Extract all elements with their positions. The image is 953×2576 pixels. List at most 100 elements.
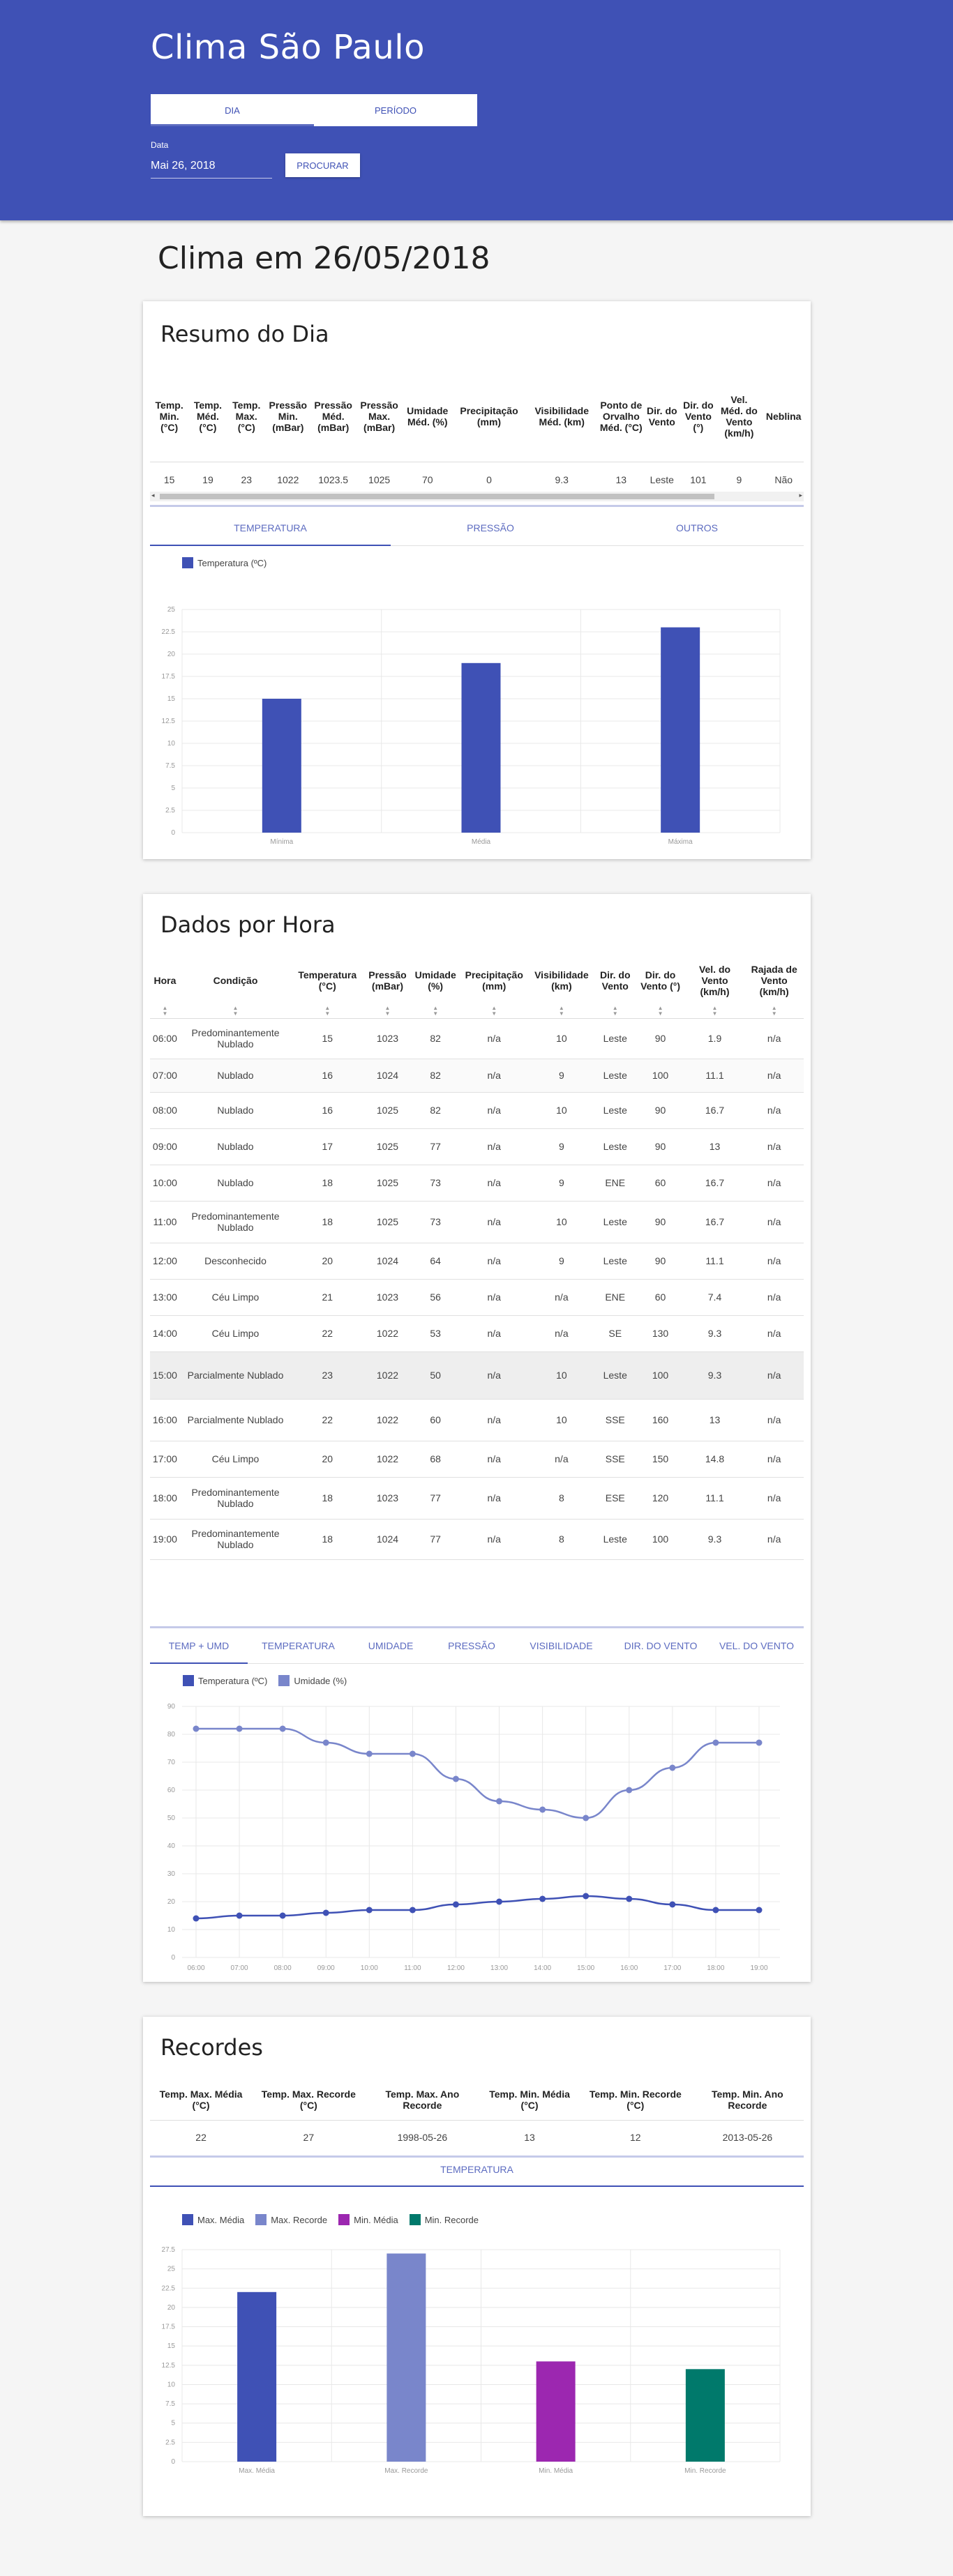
data-point[interactable]	[756, 1907, 763, 1914]
column-header[interactable]: Temp. Max. (°C)	[227, 371, 266, 462]
column-header[interactable]: Pressão (mBar)	[363, 957, 411, 1004]
column-header[interactable]: Temp. Max. Média (°C)	[150, 2079, 252, 2120]
horizontal-scrollbar[interactable]: ◂ ▸	[150, 492, 804, 501]
bar[interactable]	[685, 2369, 725, 2462]
data-point[interactable]	[366, 1750, 373, 1757]
column-header[interactable]: Precipitação (mm)	[460, 957, 529, 1004]
data-point[interactable]	[626, 1895, 633, 1902]
data-point[interactable]	[669, 1764, 676, 1771]
column-header[interactable]: Umidade Méd. (%)	[403, 371, 453, 462]
column-header[interactable]: Condição	[180, 957, 291, 1004]
column-header[interactable]: Pressão Méd. (mBar)	[310, 371, 357, 462]
bar[interactable]	[262, 699, 301, 833]
table-row[interactable]: 12:00 Desconhecido 20 1024 64 n/a 9 Leste 90 11.1…	[150, 1243, 804, 1279]
table-row[interactable]: 14:00 Céu Limpo 22 1022 53 n/a n/a SE 130 9.3 n/a	[150, 1315, 804, 1351]
bar[interactable]	[237, 2291, 277, 2462]
table-row[interactable]: 09:00 Nublado 17 1025 77 n/a 9 Leste 90 13 n/a	[150, 1128, 804, 1165]
column-header[interactable]: Ponto de Orvalho Méd. (°C)	[598, 371, 644, 462]
table-row[interactable]: 13:00 Céu Limpo 21 1023 56 n/a n/a ENE 60 7.4 n/a	[150, 1279, 804, 1315]
data-point[interactable]	[279, 1725, 286, 1732]
column-header[interactable]: Temp. Max. Ano Recorde	[366, 2079, 480, 2120]
data-point[interactable]	[236, 1725, 243, 1732]
sort-icon[interactable]: ▲ ▼	[636, 1004, 684, 1018]
data-point[interactable]	[669, 1901, 676, 1908]
data-point[interactable]	[409, 1750, 416, 1757]
data-point[interactable]	[366, 1907, 373, 1914]
column-header[interactable]: Umidade (%)	[412, 957, 460, 1004]
bar[interactable]	[536, 2361, 576, 2462]
sort-icon[interactable]: ▲ ▼	[685, 1004, 745, 1018]
data-point[interactable]	[583, 1893, 590, 1900]
table-row[interactable]: 10:00 Nublado 18 1025 73 n/a 9 ENE 60 16.7 n/a	[150, 1165, 804, 1201]
tab-visibilidade[interactable]: Visibilidade	[511, 1628, 612, 1663]
data-point[interactable]	[626, 1787, 633, 1794]
column-header[interactable]: Precipitação (mm)	[453, 371, 525, 462]
column-header[interactable]: Temp. Min. Média (°C)	[479, 2079, 580, 2120]
sort-icon[interactable]: ▲ ▼	[363, 1004, 411, 1018]
sort-icon[interactable]: ▲ ▼	[412, 1004, 460, 1018]
table-row[interactable]: 17:00 Céu Limpo 20 1022 68 n/a n/a SSE 150 14.8 n/…	[150, 1441, 804, 1477]
data-point[interactable]	[452, 1901, 459, 1908]
tab-umidade[interactable]: Umidade	[349, 1628, 433, 1663]
data-point[interactable]	[236, 1912, 243, 1919]
table-row[interactable]: 08:00 Nublado 16 1025 82 n/a 10 Leste 90 16.7 n/a	[150, 1092, 804, 1128]
tab-dir-vento[interactable]: Dir. do Vento	[612, 1628, 710, 1663]
scroll-left-icon[interactable]: ◂	[151, 492, 155, 499]
data-point[interactable]	[496, 1898, 503, 1905]
table-row[interactable]: 16:00 Parcialmente Nublado 22 1022 60 n/a 10 SS…	[150, 1399, 804, 1441]
sort-icon[interactable]: ▲ ▼	[594, 1004, 636, 1018]
column-header[interactable]: Temp. Min. Recorde (°C)	[580, 2079, 691, 2120]
column-header[interactable]: Temp. Méd. (°C)	[188, 371, 227, 462]
column-header[interactable]: Rajada de Vento (km/h)	[744, 957, 804, 1004]
data-point[interactable]	[193, 1915, 200, 1922]
sort-icon[interactable]: ▲ ▼	[529, 1004, 594, 1018]
table-row[interactable]: 18:00 Predominantemente Nublado 18 1023 77 n/…	[150, 1477, 804, 1519]
tab-temperatura[interactable]: Temperatura	[150, 2152, 804, 2187]
tab-pressao[interactable]: Pressão	[391, 510, 590, 545]
data-point[interactable]	[712, 1907, 719, 1914]
column-header[interactable]: Vel. Méd. do Vento (km/h)	[716, 371, 761, 462]
data-point[interactable]	[452, 1775, 459, 1782]
sort-icon[interactable]: ▲ ▼	[150, 1004, 180, 1018]
data-point[interactable]	[409, 1907, 416, 1914]
column-header[interactable]: Neblina	[761, 371, 804, 462]
data-point[interactable]	[539, 1806, 546, 1813]
data-point[interactable]	[322, 1909, 329, 1916]
column-header[interactable]: Pressão Max. (mBar)	[357, 371, 403, 462]
tab-temperatura[interactable]: Temperatura	[150, 510, 391, 546]
tab-dia[interactable]: Dia	[151, 94, 314, 126]
column-header[interactable]: Hora	[150, 957, 180, 1004]
column-header[interactable]: Temperatura (°C)	[291, 957, 363, 1004]
column-header[interactable]: Dir. do Vento	[644, 371, 680, 462]
data-point[interactable]	[496, 1798, 503, 1805]
search-button[interactable]: Procurar	[285, 153, 360, 177]
sort-icon[interactable]: ▲ ▼	[291, 1004, 363, 1018]
data-point[interactable]	[756, 1739, 763, 1746]
data-point[interactable]	[712, 1739, 719, 1746]
column-header[interactable]: Vel. do Vento (km/h)	[685, 957, 745, 1004]
tab-pressao[interactable]: Pressão	[433, 1628, 511, 1663]
tab-temp-umd[interactable]: Temp + Umd	[150, 1628, 248, 1664]
scroll-right-icon[interactable]: ▸	[799, 492, 802, 499]
table-row[interactable]: 11:00 Predominantemente Nublado 18 1025 73 n/…	[150, 1201, 804, 1243]
column-header[interactable]: Dir. do Vento (°)	[680, 371, 716, 462]
sort-icon[interactable]: ▲ ▼	[744, 1004, 804, 1018]
column-header[interactable]: Temp. Min. Ano Recorde	[691, 2079, 804, 2120]
column-header[interactable]: Dir. do Vento	[594, 957, 636, 1004]
column-header[interactable]: Temp. Min. (°C)	[150, 371, 188, 462]
tab-periodo[interactable]: Período	[314, 94, 477, 126]
tab-temperatura[interactable]: Temperatura	[248, 1628, 349, 1663]
data-point[interactable]	[539, 1895, 546, 1902]
tab-vel-vento[interactable]: Vel. do Vento	[710, 1628, 804, 1663]
column-header[interactable]: Visibilidade (km)	[529, 957, 594, 1004]
data-point[interactable]	[193, 1725, 200, 1732]
column-header[interactable]: Temp. Max. Recorde (°C)	[252, 2079, 365, 2120]
table-row[interactable]: 19:00 Predominantemente Nublado 18 1024 77 n/…	[150, 1519, 804, 1559]
data-point[interactable]	[322, 1739, 329, 1746]
date-input[interactable]	[151, 153, 272, 179]
column-header[interactable]: Visibilidade Méd. (km)	[525, 371, 598, 462]
sort-icon[interactable]: ▲ ▼	[460, 1004, 529, 1018]
column-header[interactable]: Pressão Min. (mBar)	[266, 371, 310, 462]
table-row[interactable]: 15:00 Parcialmente Nublado 23 1022 50 n/a 10 Le…	[150, 1351, 804, 1399]
bar[interactable]	[661, 627, 700, 833]
